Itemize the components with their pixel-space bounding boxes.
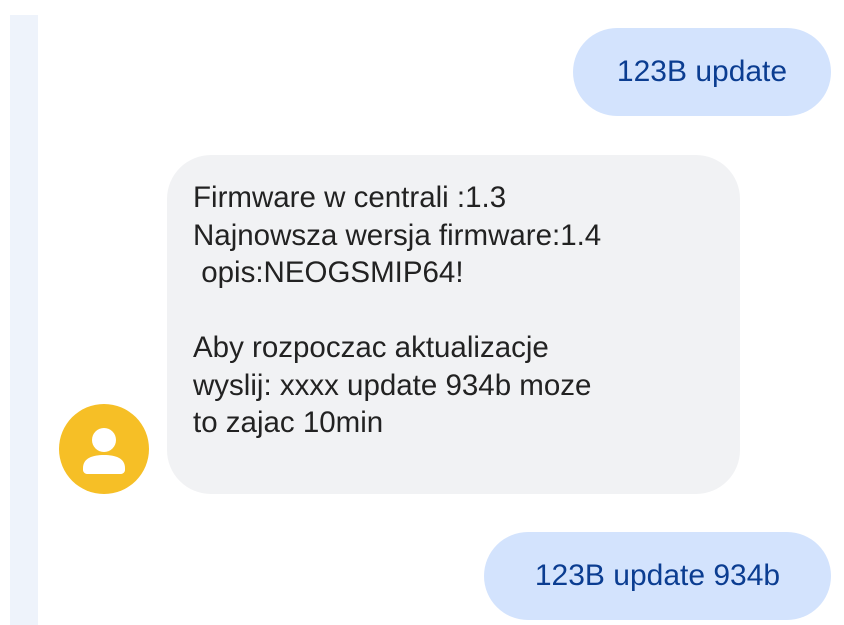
conversation-list-edge — [10, 15, 38, 625]
message-text: 123B update — [616, 55, 788, 88]
contact-avatar[interactable] — [59, 404, 149, 494]
person-icon — [83, 428, 125, 474]
incoming-message-bubble[interactable]: Firmware w centrali :1.3 Najnowsza wersj… — [167, 155, 740, 494]
outgoing-message-bubble[interactable]: 123B update — [573, 28, 831, 116]
outgoing-message-bubble[interactable]: 123B update 934b — [484, 532, 831, 620]
messages-thread: 123B update Firmware w centrali :1.3 Naj… — [0, 0, 844, 625]
message-text: 123B update 934b — [534, 559, 781, 592]
